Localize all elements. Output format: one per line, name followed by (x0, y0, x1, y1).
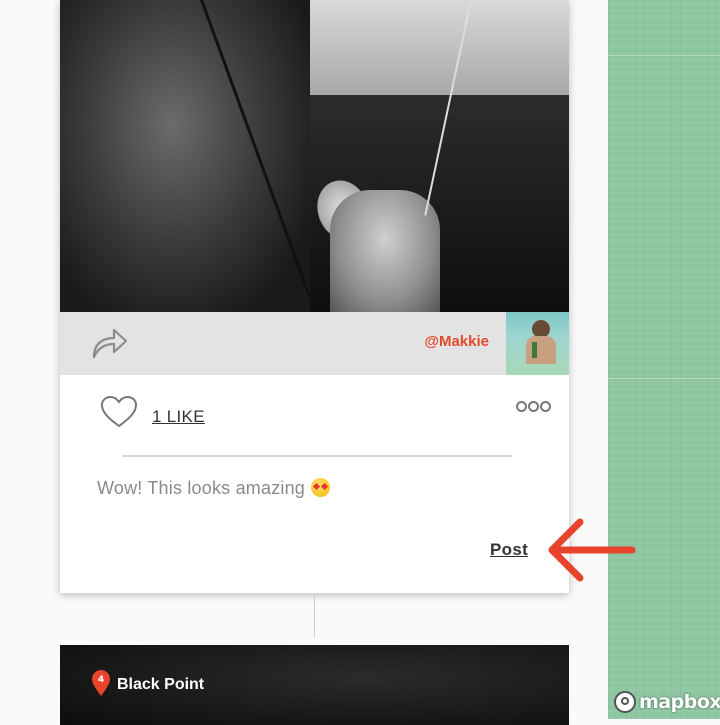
map-panel[interactable] (608, 0, 720, 719)
post-info-bar: @Makkie (60, 312, 569, 375)
user-handle[interactable]: @Makkie (424, 333, 489, 350)
more-dot (516, 401, 527, 412)
more-dot (528, 401, 539, 412)
comment-text: Wow! This looks amazing (97, 478, 306, 498)
timeline-connector (314, 594, 315, 638)
post-button[interactable]: Post (490, 540, 528, 560)
mapbox-mark-icon (614, 691, 636, 713)
more-dot (540, 401, 551, 412)
location-name: Black Point (117, 676, 205, 693)
likes-row: 1 LIKE (60, 375, 569, 455)
heart-icon[interactable] (100, 395, 138, 429)
share-arrow-icon[interactable] (90, 326, 130, 360)
mapbox-wordmark: mapbox (639, 691, 720, 713)
location-card[interactable]: 4 Black Point (60, 645, 569, 725)
post-photo[interactable] (60, 0, 569, 312)
photo-person (60, 0, 310, 312)
avatar[interactable] (506, 312, 569, 375)
comment-divider (122, 455, 512, 457)
more-options-icon[interactable] (516, 401, 551, 412)
annotation-arrow (548, 518, 636, 582)
avatar-bottle (532, 342, 537, 358)
photo-hand (330, 190, 440, 312)
comment-input[interactable]: Wow! This looks amazing (97, 478, 517, 499)
map-coastline (608, 378, 720, 379)
avatar-body (526, 336, 556, 364)
star-struck-emoji-icon (311, 478, 331, 497)
pin-number: 4 (98, 675, 104, 685)
likes-count-link[interactable]: 1 LIKE (152, 407, 205, 427)
map-coastline (608, 55, 720, 56)
location-pin-icon: 4 (92, 670, 110, 696)
mapbox-logo[interactable]: mapbox (614, 688, 720, 716)
post-card: @Makkie 1 LIKE Wow! This looks amazing P… (60, 0, 569, 593)
